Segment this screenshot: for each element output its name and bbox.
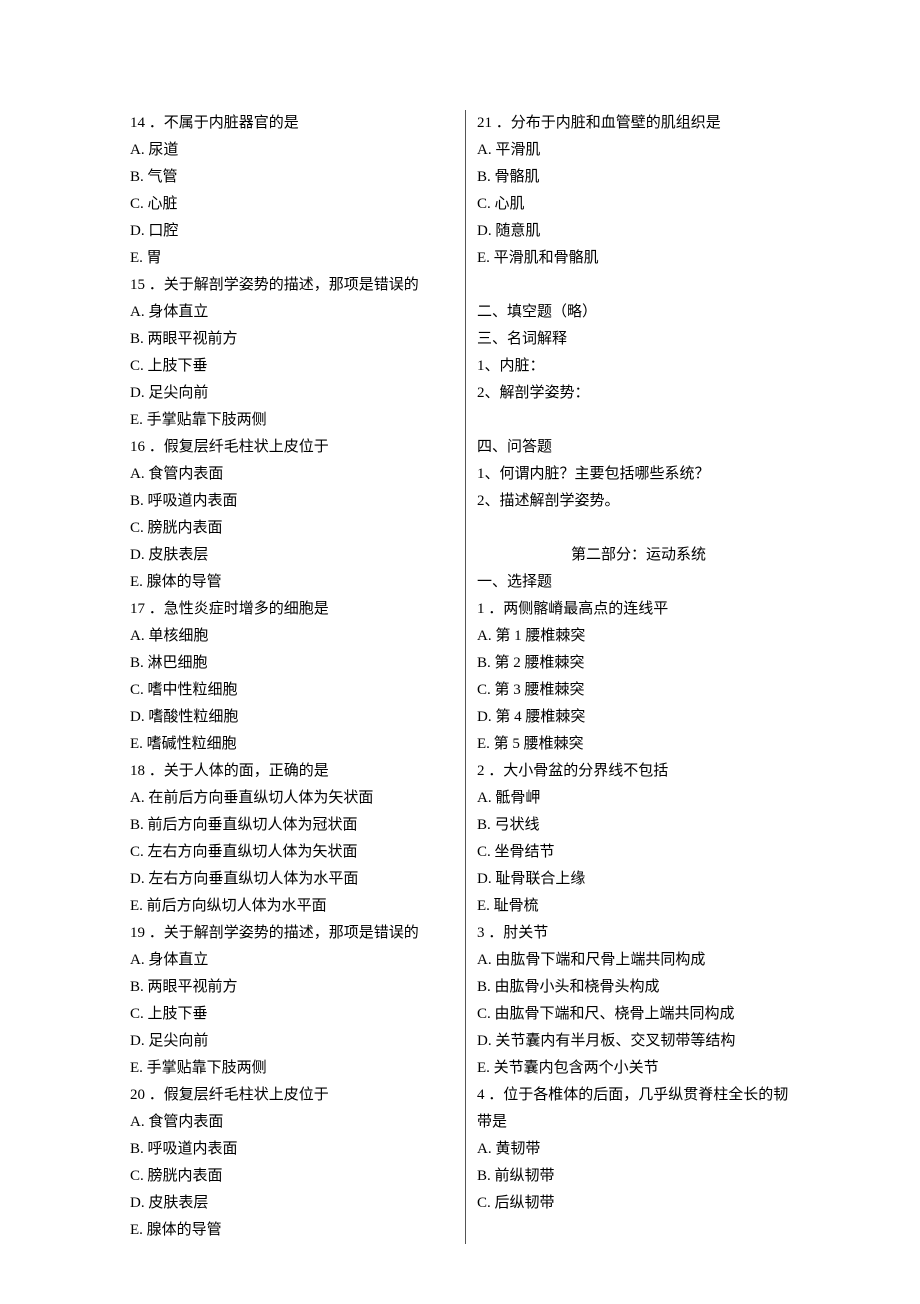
q18-opt-a: A. 在前后方向垂直纵切人体为矢状面 bbox=[130, 785, 453, 812]
q16-opt-b: B. 呼吸道内表面 bbox=[130, 488, 453, 515]
q20-opt-b: B. 呼吸道内表面 bbox=[130, 1136, 453, 1163]
part2-title: 第二部分：运动系统 bbox=[477, 542, 800, 569]
p2q1-opt-a: A. 第 1 腰椎棘突 bbox=[477, 623, 800, 650]
q15-stem: 15 ．关于解剖学姿势的描述，那项是错误的 bbox=[130, 272, 453, 299]
section-terms-title: 三、名词解释 bbox=[477, 326, 800, 353]
p2q4-stem: 4 ．位于各椎体的后面，几乎纵贯脊柱全长的韧带是 bbox=[477, 1082, 800, 1136]
p2q3-opt-e: E. 关节囊内包含两个小关节 bbox=[477, 1055, 800, 1082]
p2q2-stem: 2 ．大小骨盆的分界线不包括 bbox=[477, 758, 800, 785]
blank-spacer bbox=[477, 515, 800, 542]
q15-opt-d: D. 足尖向前 bbox=[130, 380, 453, 407]
q14-opt-d: D. 口腔 bbox=[130, 218, 453, 245]
section-qa-title: 四、问答题 bbox=[477, 434, 800, 461]
p2q4-opt-b: B. 前纵韧带 bbox=[477, 1163, 800, 1190]
q15-opt-c: C. 上肢下垂 bbox=[130, 353, 453, 380]
q20-stem: 20 ．假复层纤毛柱状上皮位于 bbox=[130, 1082, 453, 1109]
q17-opt-a: A. 单核细胞 bbox=[130, 623, 453, 650]
q19-opt-a: A. 身体直立 bbox=[130, 947, 453, 974]
p2q3-opt-a: A. 由肱骨下端和尺骨上端共同构成 bbox=[477, 947, 800, 974]
part2-choice-title: 一、选择题 bbox=[477, 569, 800, 596]
q14-opt-b: B. 气管 bbox=[130, 164, 453, 191]
q19-stem: 19 ．关于解剖学姿势的描述，那项是错误的 bbox=[130, 920, 453, 947]
q21-opt-a: A. 平滑肌 bbox=[477, 137, 800, 164]
q14-opt-a: A. 尿道 bbox=[130, 137, 453, 164]
q16-opt-a: A. 食管内表面 bbox=[130, 461, 453, 488]
q19-opt-b: B. 两眼平视前方 bbox=[130, 974, 453, 1001]
q14-stem: 14 ．不属于内脏器官的是 bbox=[130, 110, 453, 137]
q16-stem: 16 ．假复层纤毛柱状上皮位于 bbox=[130, 434, 453, 461]
q15-opt-b: B. 两眼平视前方 bbox=[130, 326, 453, 353]
q18-opt-d: D. 左右方向垂直纵切人体为水平面 bbox=[130, 866, 453, 893]
p2q2-opt-d: D. 耻骨联合上缘 bbox=[477, 866, 800, 893]
q16-opt-e: E. 腺体的导管 bbox=[130, 569, 453, 596]
p2q1-opt-e: E. 第 5 腰椎棘突 bbox=[477, 731, 800, 758]
q14-opt-c: C. 心脏 bbox=[130, 191, 453, 218]
p2q1-stem: 1 ．两侧髂嵴最高点的连线平 bbox=[477, 596, 800, 623]
p2q1-opt-b: B. 第 2 腰椎棘突 bbox=[477, 650, 800, 677]
p2q1-opt-c: C. 第 3 腰椎棘突 bbox=[477, 677, 800, 704]
q18-opt-e: E. 前后方向纵切人体为水平面 bbox=[130, 893, 453, 920]
p2q2-opt-a: A. 骶骨岬 bbox=[477, 785, 800, 812]
q21-opt-d: D. 随意肌 bbox=[477, 218, 800, 245]
p2q1-opt-d: D. 第 4 腰椎棘突 bbox=[477, 704, 800, 731]
q17-stem: 17 ．急性炎症时增多的细胞是 bbox=[130, 596, 453, 623]
term-item-2: 2、解剖学姿势： bbox=[477, 380, 800, 407]
q15-opt-e: E. 手掌贴靠下肢两侧 bbox=[130, 407, 453, 434]
q20-opt-c: C. 膀胱内表面 bbox=[130, 1163, 453, 1190]
p2q3-opt-d: D. 关节囊内有半月板、交叉韧带等结构 bbox=[477, 1028, 800, 1055]
q17-opt-d: D. 嗜酸性粒细胞 bbox=[130, 704, 453, 731]
q14-opt-e: E. 胃 bbox=[130, 245, 453, 272]
q19-opt-d: D. 足尖向前 bbox=[130, 1028, 453, 1055]
q21-opt-c: C. 心肌 bbox=[477, 191, 800, 218]
q15-opt-a: A. 身体直立 bbox=[130, 299, 453, 326]
p2q2-opt-c: C. 坐骨结节 bbox=[477, 839, 800, 866]
p2q4-opt-c: C. 后纵韧带 bbox=[477, 1190, 800, 1217]
q16-opt-c: C. 膀胱内表面 bbox=[130, 515, 453, 542]
q19-opt-e: E. 手掌贴靠下肢两侧 bbox=[130, 1055, 453, 1082]
p2q2-opt-b: B. 弓状线 bbox=[477, 812, 800, 839]
q18-opt-b: B. 前后方向垂直纵切人体为冠状面 bbox=[130, 812, 453, 839]
p2q2-opt-e: E. 耻骨梳 bbox=[477, 893, 800, 920]
q20-opt-a: A. 食管内表面 bbox=[130, 1109, 453, 1136]
q17-opt-b: B. 淋巴细胞 bbox=[130, 650, 453, 677]
q18-opt-c: C. 左右方向垂直纵切人体为矢状面 bbox=[130, 839, 453, 866]
q21-opt-e: E. 平滑肌和骨骼肌 bbox=[477, 245, 800, 272]
q17-opt-c: C. 嗜中性粒细胞 bbox=[130, 677, 453, 704]
qa-item-2: 2、描述解剖学姿势。 bbox=[477, 488, 800, 515]
q19-opt-c: C. 上肢下垂 bbox=[130, 1001, 453, 1028]
p2q3-stem: 3 ．肘关节 bbox=[477, 920, 800, 947]
p2q3-opt-c: C. 由肱骨下端和尺、桡骨上端共同构成 bbox=[477, 1001, 800, 1028]
blank-spacer bbox=[477, 272, 800, 299]
q16-opt-d: D. 皮肤表层 bbox=[130, 542, 453, 569]
term-item-1: 1、内脏： bbox=[477, 353, 800, 380]
q21-opt-b: B. 骨骼肌 bbox=[477, 164, 800, 191]
q18-stem: 18 ．关于人体的面，正确的是 bbox=[130, 758, 453, 785]
section-fill-title: 二、填空题（略） bbox=[477, 299, 800, 326]
p2q4-opt-a: A. 黄韧带 bbox=[477, 1136, 800, 1163]
blank-spacer bbox=[477, 407, 800, 434]
q20-opt-d: D. 皮肤表层 bbox=[130, 1190, 453, 1217]
q20-opt-e: E. 腺体的导管 bbox=[130, 1217, 453, 1244]
q21-stem: 21 ．分布于内脏和血管壁的肌组织是 bbox=[477, 110, 800, 137]
p2q3-opt-b: B. 由肱骨小头和桡骨头构成 bbox=[477, 974, 800, 1001]
q17-opt-e: E. 嗜碱性粒细胞 bbox=[130, 731, 453, 758]
qa-item-1: 1、何谓内脏？主要包括哪些系统？ bbox=[477, 461, 800, 488]
